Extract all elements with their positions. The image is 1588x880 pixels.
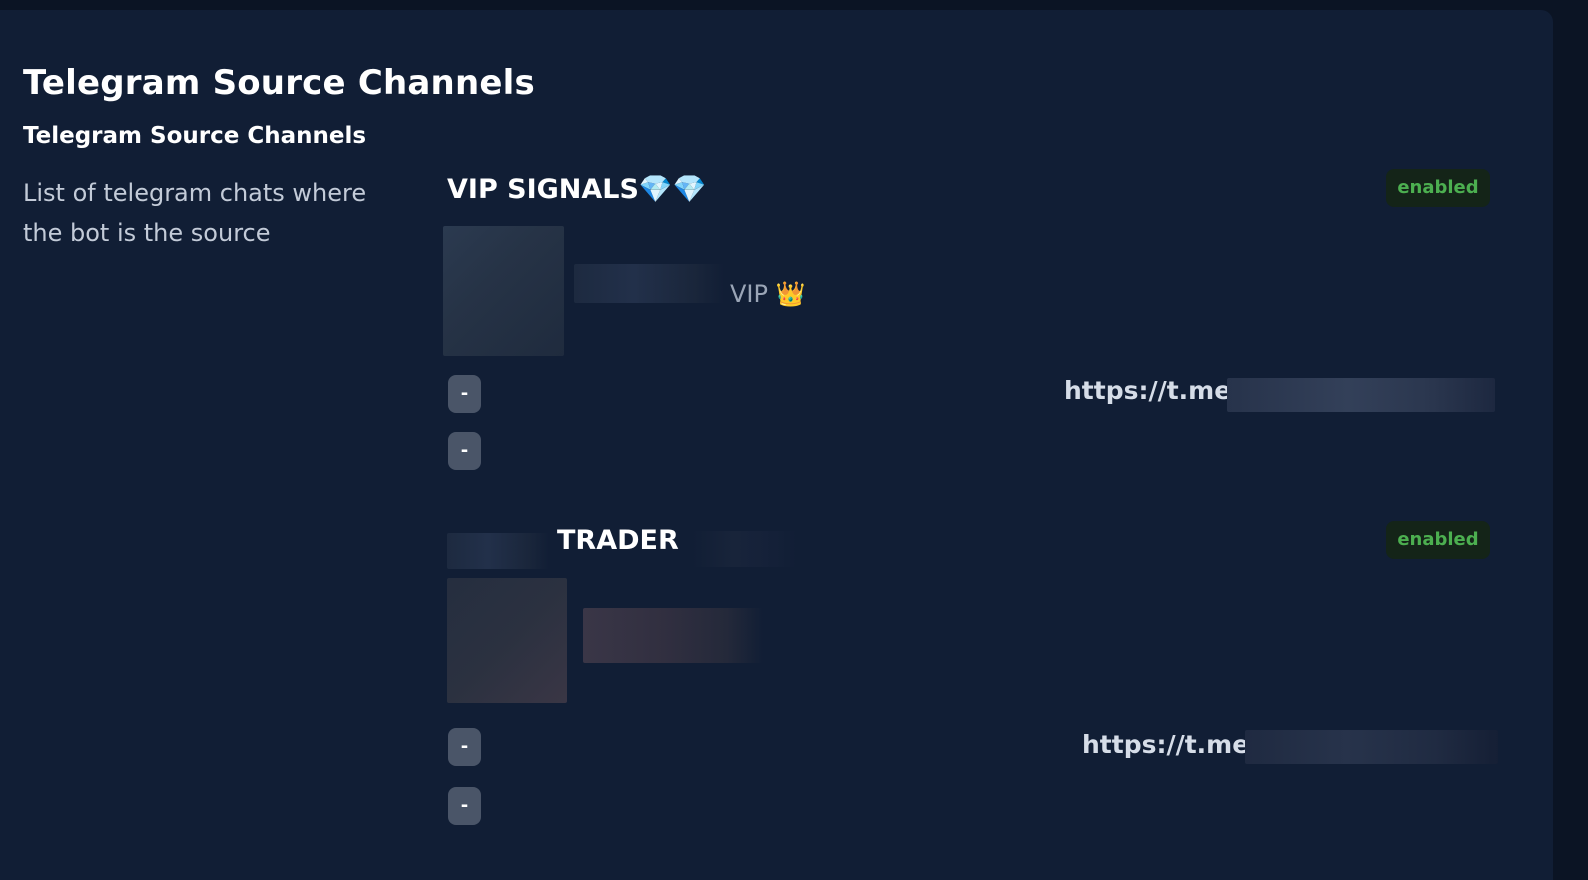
remove-button[interactable]: - — [448, 375, 481, 413]
channel-name: TRADER — [557, 525, 679, 556]
channel-card: VIP SIGNALS💎💎 enabled VIP 👑 - https://t.… — [443, 169, 1495, 473]
remove-button[interactable]: - — [448, 432, 481, 470]
channel-avatar — [447, 578, 567, 703]
status-badge[interactable]: enabled — [1386, 169, 1490, 207]
section-title: Telegram Source Channels — [23, 123, 367, 149]
redacted-text — [692, 531, 797, 567]
channel-link[interactable]: https://t.me/ — [1082, 730, 1498, 764]
channel-subtitle: VIP 👑 — [730, 280, 806, 308]
channel-link-text[interactable]: https://t.me/ — [1064, 376, 1240, 405]
redacted-text — [574, 264, 724, 303]
remove-button[interactable]: - — [448, 728, 481, 766]
channel-card: TRADER enabled - https://t.me/ - — [447, 521, 1498, 825]
channel-link[interactable]: https://t.me/ — [1064, 376, 1495, 412]
channel-name: VIP SIGNALS💎💎 — [447, 174, 707, 205]
channel-link-text[interactable]: https://t.me/ — [1082, 730, 1258, 759]
channel-avatar — [443, 226, 564, 356]
remove-button[interactable]: - — [448, 787, 481, 825]
redacted-username — [1245, 730, 1498, 764]
settings-panel: Telegram Source Channels Telegram Source… — [0, 10, 1553, 880]
status-badge[interactable]: enabled — [1386, 521, 1490, 559]
redacted-text — [447, 533, 549, 569]
section-description: List of telegram chats where the bot is … — [23, 179, 367, 247]
redacted-text — [583, 608, 763, 663]
page-title: Telegram Source Channels — [23, 63, 535, 103]
redacted-username — [1227, 378, 1495, 412]
